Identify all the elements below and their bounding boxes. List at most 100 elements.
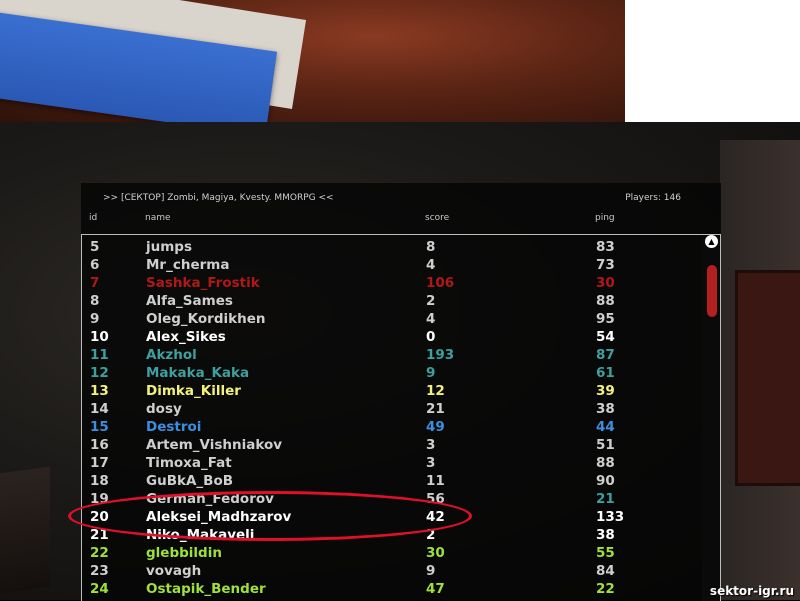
player-id: 19: [90, 491, 109, 507]
players-count: Players: 146: [625, 193, 681, 203]
player-name: Ostapik_Bender: [146, 581, 266, 597]
player-name: Niko_Makaveli: [146, 527, 255, 543]
table-row[interactable]: 16 Artem_Vishniakov 3 51: [82, 436, 702, 454]
table-row[interactable]: 24 Ostapik_Bender 47 22: [82, 580, 702, 598]
player-name: Mr_cherma: [146, 257, 230, 273]
server-title: >> [СЕКТОР] Zombi, Magiya, Kvesty. MMORP…: [103, 193, 334, 203]
player-id: 14: [90, 401, 109, 417]
player-score: 4: [426, 311, 436, 327]
player-id: 7: [90, 275, 100, 291]
door: [735, 270, 800, 486]
player-name: Alex_Sikes: [146, 329, 226, 345]
watermark: sektor-igr.ru: [709, 584, 794, 598]
table-row[interactable]: 18 GuBkA_BoB 11 90: [82, 472, 702, 490]
player-ping: 39: [596, 383, 615, 399]
player-ping: 21: [596, 491, 615, 507]
player-name: vovagh: [146, 563, 202, 579]
player-id: 10: [90, 329, 109, 345]
player-name: dosy: [146, 401, 182, 417]
player-ping: 133: [596, 509, 625, 525]
player-name: GuBkA_BoB: [146, 473, 234, 489]
player-score: 21: [426, 401, 445, 417]
player-score: 4: [426, 257, 436, 273]
player-score: 9: [426, 365, 436, 381]
scoreboard-window: >> [СЕКТОР] Zombi, Magiya, Kvesty. MMORP…: [81, 183, 721, 601]
column-header-score[interactable]: score: [425, 213, 449, 223]
player-name: Makaka_Kaka: [146, 365, 250, 381]
player-id: 21: [90, 527, 109, 543]
player-name: Dimka_Killer: [146, 383, 241, 399]
player-ping: 44: [596, 419, 615, 435]
table-row[interactable]: 19 German_Fedorov 56 21: [82, 490, 702, 508]
table-row[interactable]: 20 Aleksei_Madhzarov 42 133: [82, 508, 702, 526]
player-ping: 54: [596, 329, 615, 345]
player-ping: 38: [596, 401, 615, 417]
scrollbar[interactable]: ▲: [702, 235, 720, 601]
player-ping: 51: [596, 437, 615, 453]
player-id: 5: [90, 239, 100, 255]
player-score: 56: [426, 491, 445, 507]
player-score: 42: [426, 509, 445, 525]
table-row[interactable]: 9 Oleg_Kordikhen 4 95: [82, 310, 702, 328]
player-ping: 90: [596, 473, 615, 489]
table-row[interactable]: 14 dosy 21 38: [82, 400, 702, 418]
column-header-id[interactable]: id: [89, 213, 97, 223]
table-row[interactable]: 5 jumps 8 83: [82, 238, 702, 256]
player-id: 17: [90, 455, 109, 471]
arrow-up-icon[interactable]: ▲: [705, 235, 718, 248]
player-score: 12: [426, 383, 445, 399]
table-row[interactable]: 22 glebbildin 30 55: [82, 544, 702, 562]
table-row[interactable]: 21 Niko_Makaveli 2 38: [82, 526, 702, 544]
table-row[interactable]: 17 Timoxa_Fat 3 88: [82, 454, 702, 472]
player-score: 0: [426, 329, 436, 345]
player-name: Destroi: [146, 419, 202, 435]
player-name: German_Fedorov: [146, 491, 274, 507]
player-name: Sashka_Frostik: [146, 275, 260, 291]
player-name: Akzhol: [146, 347, 197, 363]
player-id: 11: [90, 347, 109, 363]
player-name: Alfa_Sames: [146, 293, 233, 309]
player-id: 15: [90, 419, 109, 435]
player-name: glebbildin: [146, 545, 222, 561]
player-name: Aleksei_Madhzarov: [146, 509, 292, 525]
player-score: 2: [426, 527, 436, 543]
player-score: 3: [426, 455, 436, 471]
table-row[interactable]: 15 Destroi 49 44: [82, 418, 702, 436]
player-id: 13: [90, 383, 109, 399]
table-row[interactable]: 7 Sashka_Frostik 106 30: [82, 274, 702, 292]
player-ping: 83: [596, 239, 615, 255]
table-row[interactable]: 11 Akzhol 193 87: [82, 346, 702, 364]
player-name: Artem_Vishniakov: [146, 437, 283, 453]
column-header-name[interactable]: name: [145, 213, 171, 223]
player-id: 8: [90, 293, 100, 309]
player-ping: 61: [596, 365, 615, 381]
player-id: 9: [90, 311, 100, 327]
photo-background: [0, 0, 625, 136]
player-id: 23: [90, 563, 109, 579]
table-row[interactable]: 13 Dimka_Killer 12 39: [82, 382, 702, 400]
player-score: 47: [426, 581, 445, 597]
scroll-thumb[interactable]: [707, 265, 717, 317]
player-score: 9: [426, 563, 436, 579]
table-row[interactable]: 10 Alex_Sikes 0 54: [82, 328, 702, 346]
player-score: 106: [426, 275, 455, 291]
blank-area: [625, 0, 800, 122]
player-score: 3: [426, 437, 436, 453]
player-id: 18: [90, 473, 109, 489]
player-list[interactable]: 5 jumps 8 83 6 Mr_cherma 4 73 7 Sashka_Frostik 106…: [81, 234, 721, 601]
player-ping: 55: [596, 545, 615, 561]
player-name: Timoxa_Fat: [146, 455, 232, 471]
table-row[interactable]: 8 Alfa_Sames 2 88: [82, 292, 702, 310]
player-id: 6: [90, 257, 100, 273]
player-ping: 88: [596, 455, 615, 471]
player-id: 12: [90, 365, 109, 381]
column-header-ping[interactable]: ping: [595, 213, 615, 223]
player-id: 24: [90, 581, 109, 597]
table-row[interactable]: 23 vovagh 9 84: [82, 562, 702, 580]
table-row[interactable]: 6 Mr_cherma 4 73: [82, 256, 702, 274]
table-row[interactable]: 12 Makaka_Kaka 9 61: [82, 364, 702, 382]
player-score: 49: [426, 419, 445, 435]
player-score: 11: [426, 473, 445, 489]
player-score: 30: [426, 545, 445, 561]
player-ping: 95: [596, 311, 615, 327]
